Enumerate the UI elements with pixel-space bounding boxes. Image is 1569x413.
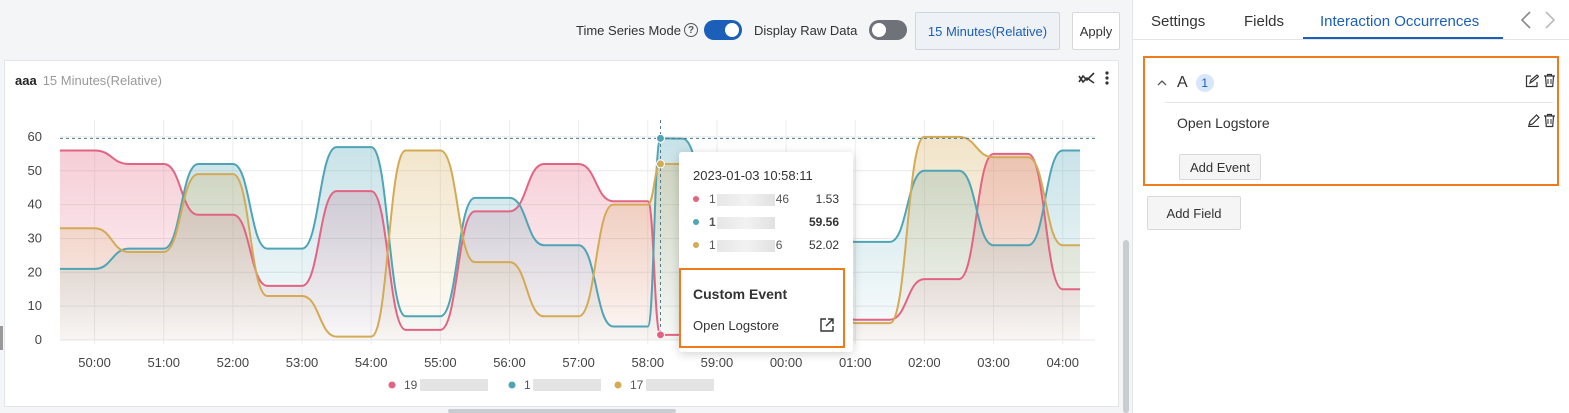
x-tick-label: 53:00 xyxy=(286,355,319,370)
x-tick-label: 59:00 xyxy=(701,355,734,370)
x-tick-label: 56:00 xyxy=(493,355,526,370)
hover-point xyxy=(655,330,665,340)
y-tick-label: 60 xyxy=(28,129,42,144)
y-tick-label: 10 xyxy=(28,298,42,313)
tooltip-series-prefix: 1 xyxy=(709,215,716,229)
redacted-text xyxy=(716,193,775,206)
y-tick-label: 20 xyxy=(28,264,42,279)
chevron-right-icon[interactable] xyxy=(1543,10,1557,30)
chevron-up-icon[interactable] xyxy=(1157,78,1167,88)
custom-event-box: Custom Event Open Logstore xyxy=(679,268,845,348)
delete-icon[interactable] xyxy=(1543,113,1556,128)
tab-interaction-occurrences[interactable]: Interaction Occurrences xyxy=(1320,13,1479,30)
tooltip-value: 52.02 xyxy=(808,238,839,252)
x-tick-label: 03:00 xyxy=(977,355,1010,370)
x-tick-label: 54:00 xyxy=(355,355,388,370)
tooltip-series-prefix: 1 xyxy=(709,192,716,206)
redacted-text xyxy=(716,239,775,252)
area-chart[interactable]: 0 10 20 30 40 50 60 50:00 51:00 52:00 53:00 54:00 55… xyxy=(0,0,1130,413)
occurrence-header[interactable]: A 1 xyxy=(1157,74,1214,92)
add-event-button[interactable]: Add Event xyxy=(1179,154,1261,180)
custom-event-title: Custom Event xyxy=(693,286,788,302)
x-tick-label: 51:00 xyxy=(147,355,180,370)
hover-point xyxy=(655,133,665,143)
side-tabs: Settings Fields Interaction Occurrences xyxy=(1133,0,1569,40)
occurrence-event-label: Open Logstore xyxy=(1177,115,1270,131)
delete-icon[interactable] xyxy=(1543,73,1556,88)
tab-fields[interactable]: Fields xyxy=(1244,13,1284,30)
legend-label: 1 xyxy=(524,378,531,392)
divider xyxy=(1165,102,1553,103)
external-link-icon[interactable] xyxy=(819,317,835,333)
x-tick-label: 01:00 xyxy=(839,355,872,370)
app-root: Time Series Mode ? Display Raw Data 15 M… xyxy=(0,0,1569,413)
tab-settings[interactable]: Settings xyxy=(1151,13,1205,30)
legend-marker xyxy=(508,381,516,389)
x-tick-label: 58:00 xyxy=(632,355,665,370)
tooltip-value: 1.53 xyxy=(815,192,839,206)
series-dot-icon xyxy=(693,219,699,225)
x-tick-label: 57:00 xyxy=(562,355,595,370)
resize-handle[interactable] xyxy=(0,326,3,350)
occurrence-count-badge: 1 xyxy=(1195,74,1214,92)
tooltip-row: 1 6 52.02 xyxy=(693,236,839,254)
occurrence-card: A 1 Open Logstore Add Event xyxy=(1143,56,1559,186)
pencil-icon[interactable] xyxy=(1527,114,1540,127)
redacted-legend-text xyxy=(420,379,488,391)
chart-legend: 19 1 17 xyxy=(388,378,714,392)
series-dot-icon xyxy=(693,242,699,248)
tooltip-time: 2023-01-03 10:58:11 xyxy=(693,168,813,183)
chevron-left-icon[interactable] xyxy=(1519,10,1533,30)
tooltip-series-suffix: 6 xyxy=(775,238,783,252)
chart-areas xyxy=(60,136,1080,340)
redacted-legend-text xyxy=(533,379,601,391)
legend-marker xyxy=(388,381,396,389)
hover-point xyxy=(655,159,665,169)
redacted-text xyxy=(716,216,775,229)
series-dot-icon xyxy=(693,196,699,202)
x-tick-label: 50:00 xyxy=(78,355,111,370)
add-field-button[interactable]: Add Field xyxy=(1147,196,1241,230)
tooltip-series-suffix: 46 xyxy=(775,192,790,206)
active-tab-indicator xyxy=(1303,37,1503,39)
redacted-legend-text xyxy=(646,379,714,391)
x-tick-label: 02:00 xyxy=(908,355,941,370)
y-tick-label: 30 xyxy=(28,230,42,245)
legend-label: 19 xyxy=(404,378,418,392)
custom-event-link[interactable]: Open Logstore xyxy=(693,318,779,333)
edit-icon[interactable] xyxy=(1525,74,1539,88)
x-tick-label: 04:00 xyxy=(1046,355,1079,370)
legend-marker xyxy=(614,381,622,389)
vertical-scrollbar[interactable] xyxy=(1123,240,1129,413)
y-tick-label: 50 xyxy=(28,163,42,178)
occurrence-name: A xyxy=(1177,74,1188,91)
y-tick-label: 40 xyxy=(28,197,42,212)
tooltip-value: 59.56 xyxy=(808,215,839,229)
x-tick-label: 52:00 xyxy=(217,355,250,370)
x-tick-label: 55:00 xyxy=(424,355,457,370)
tooltip-series-prefix: 1 xyxy=(709,238,716,252)
tooltip-row: 1 46 1.53 xyxy=(693,190,839,208)
x-tick-label: 00:00 xyxy=(770,355,803,370)
side-panel: Settings Fields Interaction Occurrences … xyxy=(1132,0,1569,413)
legend-label: 17 xyxy=(630,378,644,392)
tooltip-row: 1 59.56 xyxy=(693,213,839,231)
horizontal-scrollbar[interactable] xyxy=(448,409,676,413)
y-tick-label: 0 xyxy=(35,332,42,347)
